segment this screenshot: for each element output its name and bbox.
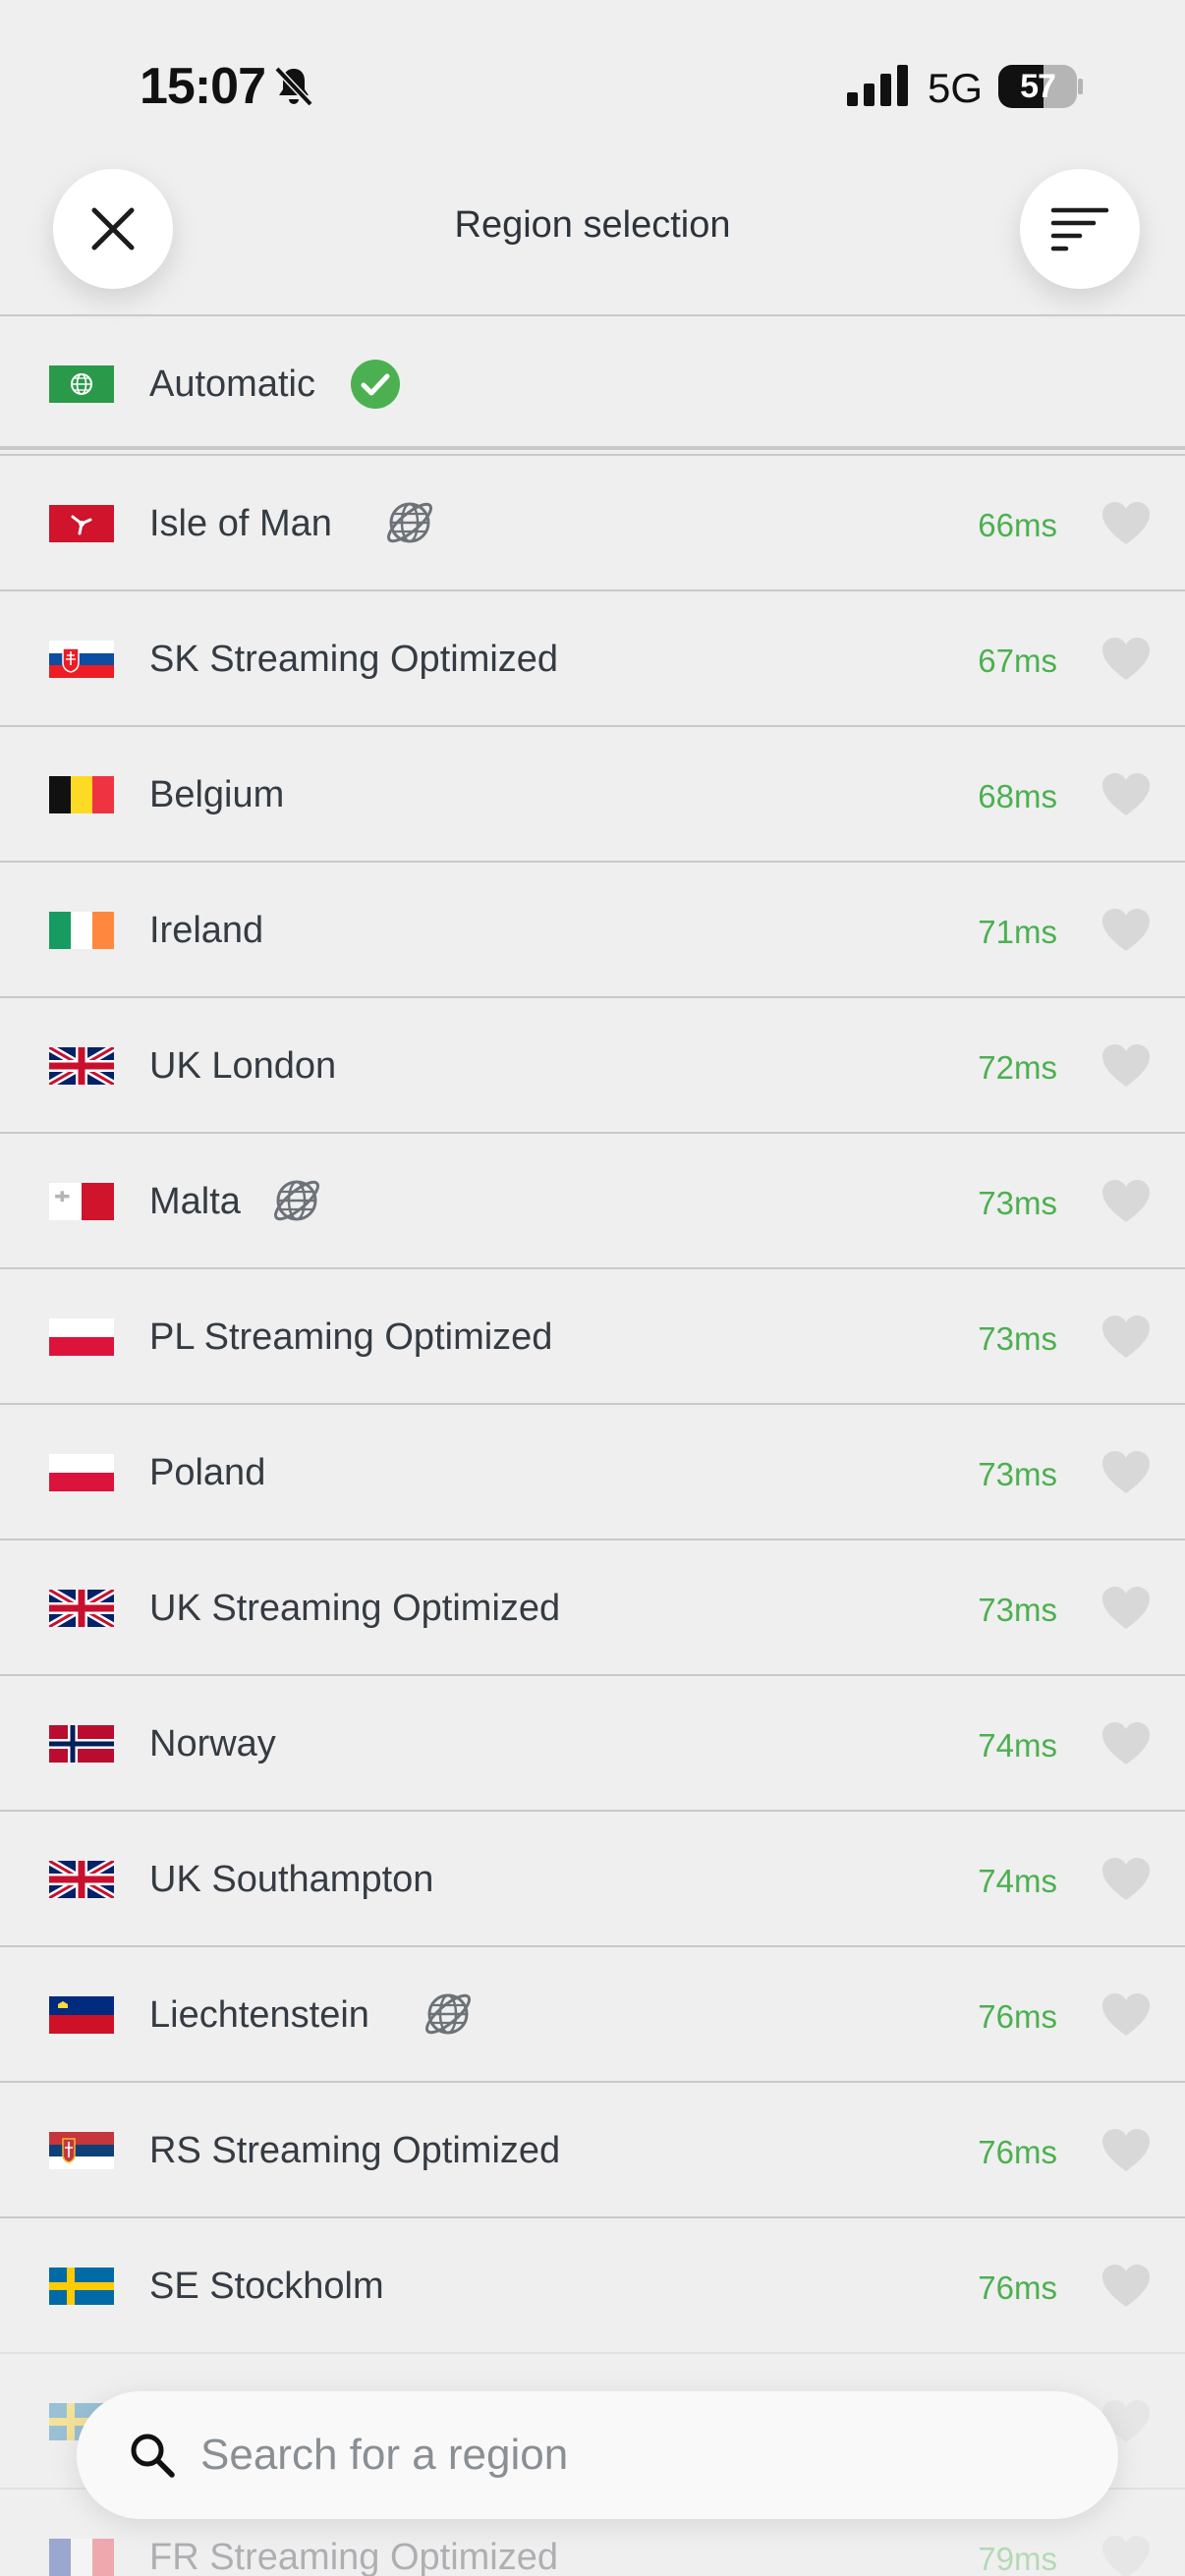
heart-icon[interactable]	[1100, 1857, 1152, 1902]
flag-icon	[49, 1725, 114, 1763]
region-row[interactable]: UK Southampton 74ms	[0, 1810, 1185, 1945]
region-row[interactable]: Belgium 68ms	[0, 725, 1185, 861]
region-row[interactable]: Norway 74ms	[0, 1674, 1185, 1810]
flag-icon	[49, 1318, 114, 1356]
region-name: Norway	[149, 1723, 276, 1764]
region-row[interactable]: Poland 73ms	[0, 1403, 1185, 1539]
flag-icon	[49, 1861, 114, 1898]
region-row[interactable]: PL Streaming Optimized 73ms	[0, 1267, 1185, 1403]
latency-label: 79ms	[978, 2541, 1057, 2576]
latency-label: 72ms	[978, 1049, 1057, 1086]
virtual-location-globe-icon	[274, 1180, 319, 1221]
heart-icon[interactable]	[1100, 501, 1152, 546]
header: Region selection	[0, 157, 1185, 316]
region-row-automatic[interactable]: Automatic	[0, 314, 1185, 450]
search-bar[interactable]	[77, 2391, 1118, 2519]
latency-label: 76ms	[978, 2269, 1057, 2306]
latency-label: 76ms	[978, 1998, 1057, 2035]
sort-icon	[1050, 207, 1109, 252]
flag-icon	[49, 2539, 114, 2576]
region-name: Malta	[149, 1181, 241, 1222]
page-title: Region selection	[454, 204, 731, 246]
latency-label: 71ms	[978, 914, 1057, 950]
flag-icon	[49, 2268, 114, 2305]
latency-label: 66ms	[978, 507, 1057, 543]
flag-icon	[49, 2132, 114, 2169]
region-name: SK Streaming Optimized	[149, 639, 559, 680]
flag-icon	[49, 1996, 114, 2034]
battery-level: 57	[1020, 68, 1056, 105]
sort-button[interactable]	[1020, 169, 1140, 289]
region-row[interactable]: RS Streaming Optimized 76ms	[0, 2081, 1185, 2216]
region-name: Ireland	[149, 910, 264, 951]
latency-label: 67ms	[978, 643, 1057, 679]
heart-icon[interactable]	[1100, 1450, 1152, 1495]
heart-icon[interactable]	[1100, 637, 1152, 682]
heart-icon[interactable]	[1100, 1043, 1152, 1089]
heart-icon[interactable]	[1100, 908, 1152, 953]
heart-icon[interactable]	[1100, 1586, 1152, 1631]
latency-label: 73ms	[978, 1592, 1057, 1628]
region-row[interactable]: SK Streaming Optimized 67ms	[0, 589, 1185, 725]
flag-icon	[49, 912, 114, 949]
virtual-location-globe-icon	[387, 502, 433, 543]
flag-icon	[49, 641, 114, 678]
region-name: Isle of Man	[149, 503, 332, 544]
globe-flag	[49, 365, 114, 403]
search-icon	[131, 2434, 175, 2478]
virtual-location-globe-icon	[424, 1993, 471, 2035]
region-name: Belgium	[149, 774, 285, 815]
heart-icon[interactable]	[1100, 1992, 1152, 2038]
flag-icon	[49, 1590, 114, 1627]
flag-icon	[49, 1454, 114, 1491]
region-name: PL Streaming Optimized	[149, 1316, 553, 1358]
region-name: Liechtenstein	[149, 1994, 369, 2036]
region-name: UK Streaming Optimized	[149, 1588, 561, 1629]
bell-slash-icon	[274, 66, 313, 107]
status-bar: 15:07 5G 57	[0, 0, 1185, 157]
flag-icon	[49, 1047, 114, 1085]
region-row[interactable]: Malta 73ms	[0, 1132, 1185, 1267]
region-name: UK Southampton	[149, 1859, 434, 1900]
latency-label: 74ms	[978, 1727, 1057, 1764]
heart-icon[interactable]	[1100, 1721, 1152, 1766]
latency-label: 76ms	[978, 2134, 1057, 2170]
heart-icon[interactable]	[1100, 2128, 1152, 2173]
flag-icon	[49, 505, 114, 542]
heart-icon[interactable]	[1100, 2535, 1152, 2576]
latency-label: 73ms	[978, 1456, 1057, 1492]
status-time: 15:07	[140, 58, 266, 115]
latency-label: 73ms	[978, 1185, 1057, 1221]
check-circle-icon	[351, 360, 400, 409]
heart-icon[interactable]	[1100, 772, 1152, 817]
flag-icon	[49, 776, 114, 813]
region-row[interactable]: Ireland 71ms	[0, 861, 1185, 996]
region-name: FR Streaming Optimized	[149, 2537, 559, 2576]
region-name: UK London	[149, 1045, 337, 1087]
heart-icon[interactable]	[1100, 1315, 1152, 1360]
region-row[interactable]: UK London 72ms	[0, 996, 1185, 1132]
region-row[interactable]: Liechtenstein 76ms	[0, 1945, 1185, 2081]
latency-label: 73ms	[978, 1320, 1057, 1357]
region-name: Poland	[149, 1452, 266, 1493]
heart-icon[interactable]	[1100, 1179, 1152, 1224]
region-row[interactable]: Isle of Man 66ms	[0, 454, 1185, 589]
region-row[interactable]: UK Streaming Optimized 73ms	[0, 1539, 1185, 1674]
network-label: 5G	[928, 65, 984, 111]
search-input[interactable]	[200, 2391, 1065, 2519]
region-name: SE Stockholm	[149, 2266, 384, 2307]
region-row[interactable]: SE Stockholm 76ms	[0, 2216, 1185, 2352]
flag-icon	[49, 1183, 114, 1220]
signal-icon	[847, 65, 908, 106]
region-name: Automatic	[149, 364, 315, 405]
latency-label: 74ms	[978, 1863, 1057, 1899]
region-name: RS Streaming Optimized	[149, 2130, 561, 2171]
heart-icon[interactable]	[1100, 2264, 1152, 2309]
latency-label: 68ms	[978, 778, 1057, 814]
